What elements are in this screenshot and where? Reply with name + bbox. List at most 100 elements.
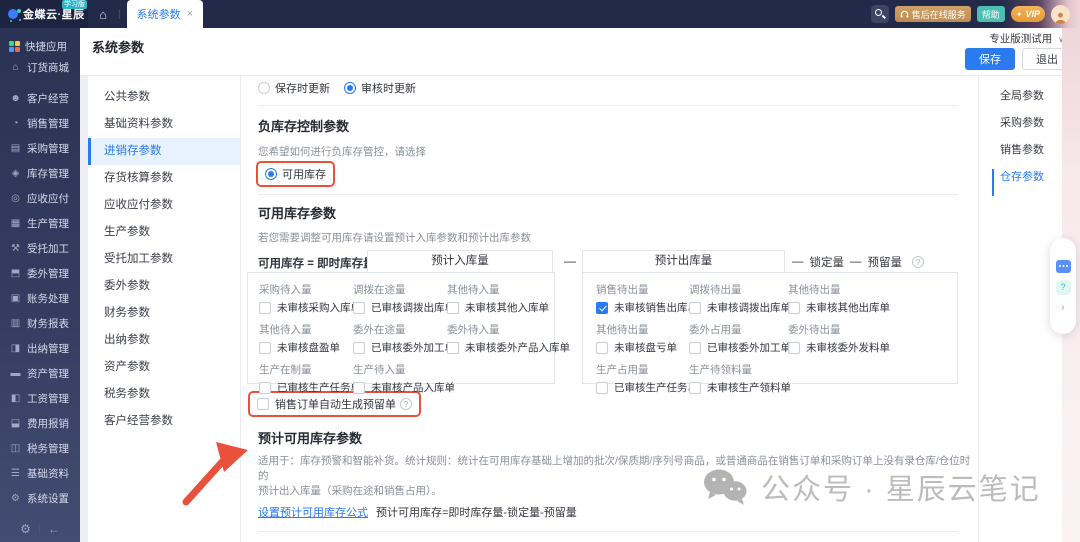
anchor-nav-item-purchase[interactable]: 采购参数 — [992, 115, 1044, 142]
order-mall-icon: ⌂ — [9, 62, 22, 73]
question-icon[interactable]: ? — [1056, 280, 1071, 295]
checkbox-option[interactable]: 未审核销售出库单 — [596, 300, 698, 315]
inventory-icon: ◈ — [9, 168, 22, 179]
floating-assistant-widget: ? › — [1050, 238, 1076, 334]
sidebar-item-label: 采购管理 — [27, 141, 69, 156]
qty-label: 生产占用量 — [596, 362, 649, 377]
collapse-arrow-icon[interactable]: ← — [48, 522, 60, 536]
param-nav-item-ar-ap[interactable]: 应收应付参数 — [88, 192, 240, 219]
sidebar-item-purchase[interactable]: ▤ 采购管理 — [0, 136, 80, 161]
set-forecast-formula-link[interactable]: 设置预计可用库存公式 — [258, 504, 368, 520]
checkbox-option[interactable]: 未审核委外产品入库单 — [447, 340, 570, 355]
app-logo[interactable]: 金蝶云·星辰 学习版 — [0, 0, 88, 28]
settings-gear-icon[interactable]: ⚙ — [20, 522, 31, 536]
checkbox-option[interactable]: 未审核其他出库单 — [788, 300, 890, 315]
sidebar-item-sales[interactable]: ◔ 销售管理 — [0, 111, 80, 136]
sidebar-item-payroll[interactable]: ◧ 工资管理 — [0, 386, 80, 411]
checkbox-option[interactable]: 已审核生产任务单 — [259, 380, 361, 395]
sidebar-item-base-data[interactable]: ☰ 基础资料 — [0, 461, 80, 486]
inbound-cell-3: 其他待入量? 未审核其他入库单 — [447, 282, 570, 315]
checkbox-icon — [596, 302, 608, 314]
param-nav-item-finance[interactable]: 财务参数 — [88, 300, 240, 327]
checkbox-option[interactable]: 已审核生产任务单 — [596, 380, 698, 395]
sidebar-item-order-mall[interactable]: ⌂ 订货商城 — [0, 57, 80, 78]
param-nav-item-customer[interactable]: 客户经营参数 — [88, 408, 240, 435]
radio-option-on-audit[interactable]: 审核时更新 ? — [344, 80, 416, 96]
sidebar-item-system-settings[interactable]: ⚙ 系统设置 — [0, 486, 80, 511]
param-nav-item-asset[interactable]: 资产参数 — [88, 354, 240, 381]
param-nav-label: 应收应付参数 — [104, 199, 173, 211]
param-nav-item-cashier[interactable]: 出纳参数 — [88, 327, 240, 354]
checkbox-option[interactable]: 未审核其他入库单 — [447, 300, 549, 315]
sidebar-item-inventory[interactable]: ◈ 库存管理 — [0, 161, 80, 186]
anchor-nav-item-global[interactable]: 全局参数 — [992, 88, 1044, 115]
app-window: 金蝶云·星辰 学习版 ⌂ | 系统参数 × 售后在线服务 帮助 ✦ VIP — [0, 0, 1080, 542]
sidebar-item-label: 税务管理 — [27, 441, 69, 456]
avatar[interactable] — [1051, 5, 1070, 24]
vip-badge[interactable]: ✦ VIP — [1011, 6, 1045, 22]
checkbox-label: 未审核盘盈单 — [277, 340, 340, 355]
sidebar-item-bookkeeping[interactable]: ▣ 账务处理 — [0, 286, 80, 311]
sidebar-item-customer[interactable]: ☻ 客户经营 — [0, 86, 80, 111]
param-nav-label: 受托加工参数 — [104, 253, 173, 265]
qty-label: 其他待出量 — [596, 322, 649, 337]
param-nav-item-inv[interactable]: 进销存参数 — [88, 138, 240, 165]
help-badge[interactable]: 帮助 — [977, 6, 1005, 22]
checkbox-option[interactable]: 未审核产品入库单 — [353, 380, 455, 395]
param-nav-label: 基础资料参数 — [104, 118, 173, 130]
sidebar-item-tax[interactable]: ◫ 税务管理 — [0, 436, 80, 461]
sidebar-item-label: 系统设置 — [27, 491, 69, 506]
sidebar-item-outsourcing[interactable]: ⬒ 委外管理 — [0, 261, 80, 286]
sidebar-item-quick-apps[interactable]: 快捷应用 — [0, 36, 80, 57]
sidebar-item-production[interactable]: ▦ 生产管理 — [0, 211, 80, 236]
checkbox-option[interactable]: 未审核采购入库单 — [259, 300, 361, 315]
inbound-grid: 采购在途量? 已审核采购订单 采购待入量? 未审核采购入库单 调拨在途量? — [248, 273, 554, 402]
param-nav-item-common[interactable]: 公共参数 — [88, 84, 240, 111]
param-nav-label: 生产参数 — [104, 226, 150, 238]
sidebar-item-label: 出纳管理 — [27, 341, 69, 356]
forecast-formula-text: 预计可用库存=即时库存量-锁定量-预留量 — [376, 504, 577, 520]
checkbox-option[interactable]: 已审核调拨出库单 — [353, 300, 455, 315]
after-sales-service-badge[interactable]: 售后在线服务 — [895, 6, 971, 22]
sidebar-item-asset[interactable]: ▬ 资产管理 — [0, 361, 80, 386]
checkbox-label: 已审核调拨出库单 — [371, 300, 455, 315]
checkbox-option[interactable]: 未审核生产领料单 — [689, 380, 791, 395]
anchor-nav-item-sales[interactable]: 销售参数 — [992, 142, 1044, 169]
checkbox-option[interactable]: 未审核盘亏单 — [596, 340, 677, 355]
radio-icon — [265, 168, 277, 180]
param-nav-item-production[interactable]: 生产参数 — [88, 219, 240, 246]
sidebar-item-ar-ap[interactable]: ◎ 应收应付 — [0, 186, 80, 211]
sidebar-item-cashier[interactable]: ◨ 出纳管理 — [0, 336, 80, 361]
sidebar-item-expense[interactable]: ⬓ 费用报销 — [0, 411, 80, 436]
help-icon[interactable]: ? — [912, 256, 924, 268]
close-icon[interactable]: × — [187, 8, 193, 20]
radio-option-on-save[interactable]: 保存时更新 ? — [258, 80, 330, 96]
checkbox-option[interactable]: 未审核调拨出库单 — [689, 300, 791, 315]
sidebar-item-consignment[interactable]: ⚒ 受托加工 — [0, 236, 80, 261]
home-tab[interactable]: ⌂ — [88, 0, 118, 28]
checkbox-option[interactable]: 未审核委外发料单 — [788, 340, 890, 355]
chevron-right-icon[interactable]: › — [1061, 302, 1064, 313]
radio-option-available[interactable]: 可用库存 ? — [258, 163, 333, 185]
environment-dropdown[interactable]: 专业版测试用 ∨ — [989, 31, 1064, 46]
param-nav-item-consignment[interactable]: 受托加工参数 — [88, 246, 240, 273]
negative-stock-options: 即时库存 ? 可用库存 ? — [258, 166, 978, 182]
param-nav-item-outsourcing[interactable]: 委外参数 — [88, 273, 240, 300]
checkbox-option[interactable]: 已审核委外加工单 — [353, 340, 455, 355]
chat-icon[interactable] — [1056, 260, 1071, 273]
anchor-nav-label: 全局参数 — [1000, 90, 1044, 102]
settings-scroll-area[interactable]: 保存时更新 ? 审核时更新 ? 负库存控制参数 您希望如何进行负库存管控，请选择… — [240, 76, 978, 542]
sidebar-item-fin-report[interactable]: ▥ 财务报表 — [0, 311, 80, 336]
checkbox-option[interactable]: 已审核委外加工单 — [689, 340, 791, 355]
checkbox-icon — [689, 302, 701, 314]
param-nav-item-stock-accounting[interactable]: 存货核算参数 — [88, 165, 240, 192]
param-nav-item-base-data[interactable]: 基础资料参数 — [88, 111, 240, 138]
search-button[interactable] — [871, 5, 889, 23]
checkbox-option[interactable]: 未审核盘盈单 — [259, 340, 340, 355]
main-sidebar: 快捷应用 ⌂ 订货商城 ☻ 客户经营 ◔ 销售管理 ▤ 采购管理 ◈ 库存管理 … — [0, 28, 80, 542]
param-nav-item-tax[interactable]: 税务参数 — [88, 381, 240, 408]
tab-system-params[interactable]: 系统参数 × — [127, 0, 203, 28]
save-button[interactable]: 保存 — [965, 48, 1015, 70]
anchor-nav-item-warehouse[interactable]: 仓存参数 — [992, 169, 1044, 196]
service-badge-label: 售后在线服务 — [912, 8, 966, 21]
